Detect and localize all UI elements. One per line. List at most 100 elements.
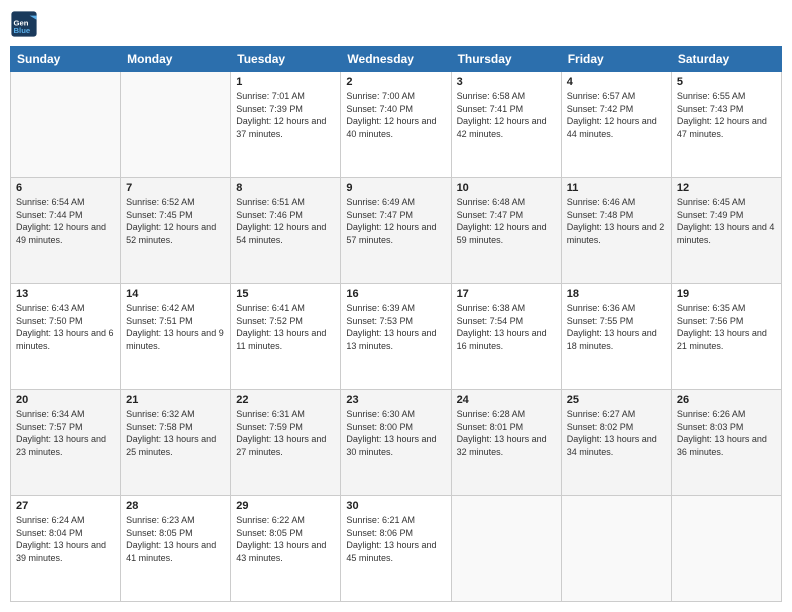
day-number: 22 bbox=[236, 394, 335, 406]
day-info: Sunrise: 6:24 AM Sunset: 8:04 PM Dayligh… bbox=[16, 514, 115, 564]
calendar-cell: 28 Sunrise: 6:23 AM Sunset: 8:05 PM Dayli… bbox=[121, 496, 231, 602]
calendar-cell: 17 Sunrise: 6:38 AM Sunset: 7:54 PM Dayli… bbox=[451, 284, 561, 390]
weekday-header-wednesday: Wednesday bbox=[341, 47, 451, 72]
day-number: 23 bbox=[346, 394, 445, 406]
weekday-header-thursday: Thursday bbox=[451, 47, 561, 72]
calendar-cell: 29 Sunrise: 6:22 AM Sunset: 8:05 PM Dayli… bbox=[231, 496, 341, 602]
logo: Gen Blue bbox=[10, 10, 40, 38]
weekday-header-saturday: Saturday bbox=[671, 47, 781, 72]
calendar-body: 1Sunrise: 7:01 AM Sunset: 7:39 PM Daylig… bbox=[11, 72, 782, 602]
day-number: 14 bbox=[126, 288, 225, 300]
day-info: Sunrise: 6:41 AM Sunset: 7:52 PM Dayligh… bbox=[236, 302, 335, 352]
calendar-cell: 15 Sunrise: 6:41 AM Sunset: 7:52 PM Dayli… bbox=[231, 284, 341, 390]
calendar-cell: 2 Sunrise: 7:00 AM Sunset: 7:40 PM Daylig… bbox=[341, 72, 451, 178]
calendar-week-4: 20Sunrise: 6:34 AM Sunset: 7:57 PM Dayli… bbox=[11, 390, 782, 496]
day-number: 16 bbox=[346, 288, 445, 300]
day-number: 17 bbox=[457, 288, 556, 300]
day-info: Sunrise: 6:46 AM Sunset: 7:48 PM Dayligh… bbox=[567, 196, 666, 246]
calendar-cell: 9Sunrise: 6:49 AM Sunset: 7:47 PM Daylig… bbox=[341, 178, 451, 284]
day-info: Sunrise: 6:39 AM Sunset: 7:53 PM Dayligh… bbox=[346, 302, 445, 352]
calendar-week-1: 1Sunrise: 7:01 AM Sunset: 7:39 PM Daylig… bbox=[11, 72, 782, 178]
day-number: 29 bbox=[236, 500, 335, 512]
calendar-cell: 5 Sunrise: 6:55 AM Sunset: 7:43 PM Daylig… bbox=[671, 72, 781, 178]
day-number: 15 bbox=[236, 288, 335, 300]
weekday-header-tuesday: Tuesday bbox=[231, 47, 341, 72]
calendar-week-3: 13 Sunrise: 6:43 AM Sunset: 7:50 PM Dayli… bbox=[11, 284, 782, 390]
day-info: Sunrise: 6:57 AM Sunset: 7:42 PM Dayligh… bbox=[567, 90, 666, 140]
calendar-cell: 27 Sunrise: 6:24 AM Sunset: 8:04 PM Dayli… bbox=[11, 496, 121, 602]
calendar-table: SundayMondayTuesdayWednesdayThursdayFrid… bbox=[10, 46, 782, 602]
day-info: Sunrise: 6:48 AM Sunset: 7:47 PM Dayligh… bbox=[457, 196, 556, 246]
day-number: 7 bbox=[126, 182, 225, 194]
day-number: 4 bbox=[567, 76, 666, 88]
day-info: Sunrise: 6:55 AM Sunset: 7:43 PM Dayligh… bbox=[677, 90, 776, 140]
calendar-cell bbox=[561, 496, 671, 602]
calendar-cell bbox=[11, 72, 121, 178]
day-number: 6 bbox=[16, 182, 115, 194]
day-number: 8 bbox=[236, 182, 335, 194]
day-number: 26 bbox=[677, 394, 776, 406]
calendar-cell: 26 Sunrise: 6:26 AM Sunset: 8:03 PM Dayli… bbox=[671, 390, 781, 496]
day-info: Sunrise: 6:52 AM Sunset: 7:45 PM Dayligh… bbox=[126, 196, 225, 246]
page: Gen Blue SundayMondayTuesdayWednesdayThu… bbox=[0, 0, 792, 612]
day-number: 13 bbox=[16, 288, 115, 300]
calendar-cell: 18 Sunrise: 6:36 AM Sunset: 7:55 PM Dayli… bbox=[561, 284, 671, 390]
day-number: 27 bbox=[16, 500, 115, 512]
calendar-cell: 30 Sunrise: 6:21 AM Sunset: 8:06 PM Dayli… bbox=[341, 496, 451, 602]
day-info: Sunrise: 6:49 AM Sunset: 7:47 PM Dayligh… bbox=[346, 196, 445, 246]
day-number: 10 bbox=[457, 182, 556, 194]
day-info: Sunrise: 6:38 AM Sunset: 7:54 PM Dayligh… bbox=[457, 302, 556, 352]
day-number: 28 bbox=[126, 500, 225, 512]
day-info: Sunrise: 6:26 AM Sunset: 8:03 PM Dayligh… bbox=[677, 408, 776, 458]
day-number: 25 bbox=[567, 394, 666, 406]
day-info: Sunrise: 6:34 AM Sunset: 7:57 PM Dayligh… bbox=[16, 408, 115, 458]
day-info: Sunrise: 6:21 AM Sunset: 8:06 PM Dayligh… bbox=[346, 514, 445, 564]
day-info: Sunrise: 6:27 AM Sunset: 8:02 PM Dayligh… bbox=[567, 408, 666, 458]
calendar-cell: 6 Sunrise: 6:54 AM Sunset: 7:44 PM Daylig… bbox=[11, 178, 121, 284]
day-info: Sunrise: 6:28 AM Sunset: 8:01 PM Dayligh… bbox=[457, 408, 556, 458]
day-number: 2 bbox=[346, 76, 445, 88]
calendar-cell bbox=[121, 72, 231, 178]
calendar-cell: 21 Sunrise: 6:32 AM Sunset: 7:58 PM Dayli… bbox=[121, 390, 231, 496]
calendar-cell: 1Sunrise: 7:01 AM Sunset: 7:39 PM Daylig… bbox=[231, 72, 341, 178]
day-info: Sunrise: 6:35 AM Sunset: 7:56 PM Dayligh… bbox=[677, 302, 776, 352]
calendar-cell: 25 Sunrise: 6:27 AM Sunset: 8:02 PM Dayli… bbox=[561, 390, 671, 496]
day-number: 24 bbox=[457, 394, 556, 406]
calendar-cell: 11 Sunrise: 6:46 AM Sunset: 7:48 PM Dayli… bbox=[561, 178, 671, 284]
day-info: Sunrise: 6:58 AM Sunset: 7:41 PM Dayligh… bbox=[457, 90, 556, 140]
day-number: 18 bbox=[567, 288, 666, 300]
weekday-header-sunday: Sunday bbox=[11, 47, 121, 72]
calendar-cell: 22 Sunrise: 6:31 AM Sunset: 7:59 PM Dayli… bbox=[231, 390, 341, 496]
day-number: 1 bbox=[236, 76, 335, 88]
calendar-cell: 7 Sunrise: 6:52 AM Sunset: 7:45 PM Daylig… bbox=[121, 178, 231, 284]
calendar-cell: 24 Sunrise: 6:28 AM Sunset: 8:01 PM Dayli… bbox=[451, 390, 561, 496]
calendar-header: SundayMondayTuesdayWednesdayThursdayFrid… bbox=[11, 47, 782, 72]
calendar-cell: 12Sunrise: 6:45 AM Sunset: 7:49 PM Dayli… bbox=[671, 178, 781, 284]
day-number: 5 bbox=[677, 76, 776, 88]
calendar-cell bbox=[671, 496, 781, 602]
svg-text:Blue: Blue bbox=[14, 26, 31, 35]
day-info: Sunrise: 6:51 AM Sunset: 7:46 PM Dayligh… bbox=[236, 196, 335, 246]
calendar-cell: 14 Sunrise: 6:42 AM Sunset: 7:51 PM Dayli… bbox=[121, 284, 231, 390]
weekday-header-friday: Friday bbox=[561, 47, 671, 72]
day-info: Sunrise: 6:36 AM Sunset: 7:55 PM Dayligh… bbox=[567, 302, 666, 352]
day-info: Sunrise: 6:43 AM Sunset: 7:50 PM Dayligh… bbox=[16, 302, 115, 352]
day-info: Sunrise: 6:31 AM Sunset: 7:59 PM Dayligh… bbox=[236, 408, 335, 458]
day-number: 11 bbox=[567, 182, 666, 194]
day-info: Sunrise: 7:00 AM Sunset: 7:40 PM Dayligh… bbox=[346, 90, 445, 140]
day-info: Sunrise: 6:23 AM Sunset: 8:05 PM Dayligh… bbox=[126, 514, 225, 564]
calendar-cell: 8 Sunrise: 6:51 AM Sunset: 7:46 PM Daylig… bbox=[231, 178, 341, 284]
day-number: 3 bbox=[457, 76, 556, 88]
calendar-cell: 3 Sunrise: 6:58 AM Sunset: 7:41 PM Daylig… bbox=[451, 72, 561, 178]
day-number: 21 bbox=[126, 394, 225, 406]
calendar-cell: 13 Sunrise: 6:43 AM Sunset: 7:50 PM Dayli… bbox=[11, 284, 121, 390]
day-info: Sunrise: 6:54 AM Sunset: 7:44 PM Dayligh… bbox=[16, 196, 115, 246]
day-info: Sunrise: 6:30 AM Sunset: 8:00 PM Dayligh… bbox=[346, 408, 445, 458]
day-info: Sunrise: 6:42 AM Sunset: 7:51 PM Dayligh… bbox=[126, 302, 225, 352]
calendar-cell: 23 Sunrise: 6:30 AM Sunset: 8:00 PM Dayli… bbox=[341, 390, 451, 496]
calendar-cell: 10 Sunrise: 6:48 AM Sunset: 7:47 PM Dayli… bbox=[451, 178, 561, 284]
day-info: Sunrise: 6:22 AM Sunset: 8:05 PM Dayligh… bbox=[236, 514, 335, 564]
day-info: Sunrise: 6:32 AM Sunset: 7:58 PM Dayligh… bbox=[126, 408, 225, 458]
day-number: 30 bbox=[346, 500, 445, 512]
calendar-cell: 16 Sunrise: 6:39 AM Sunset: 7:53 PM Dayli… bbox=[341, 284, 451, 390]
